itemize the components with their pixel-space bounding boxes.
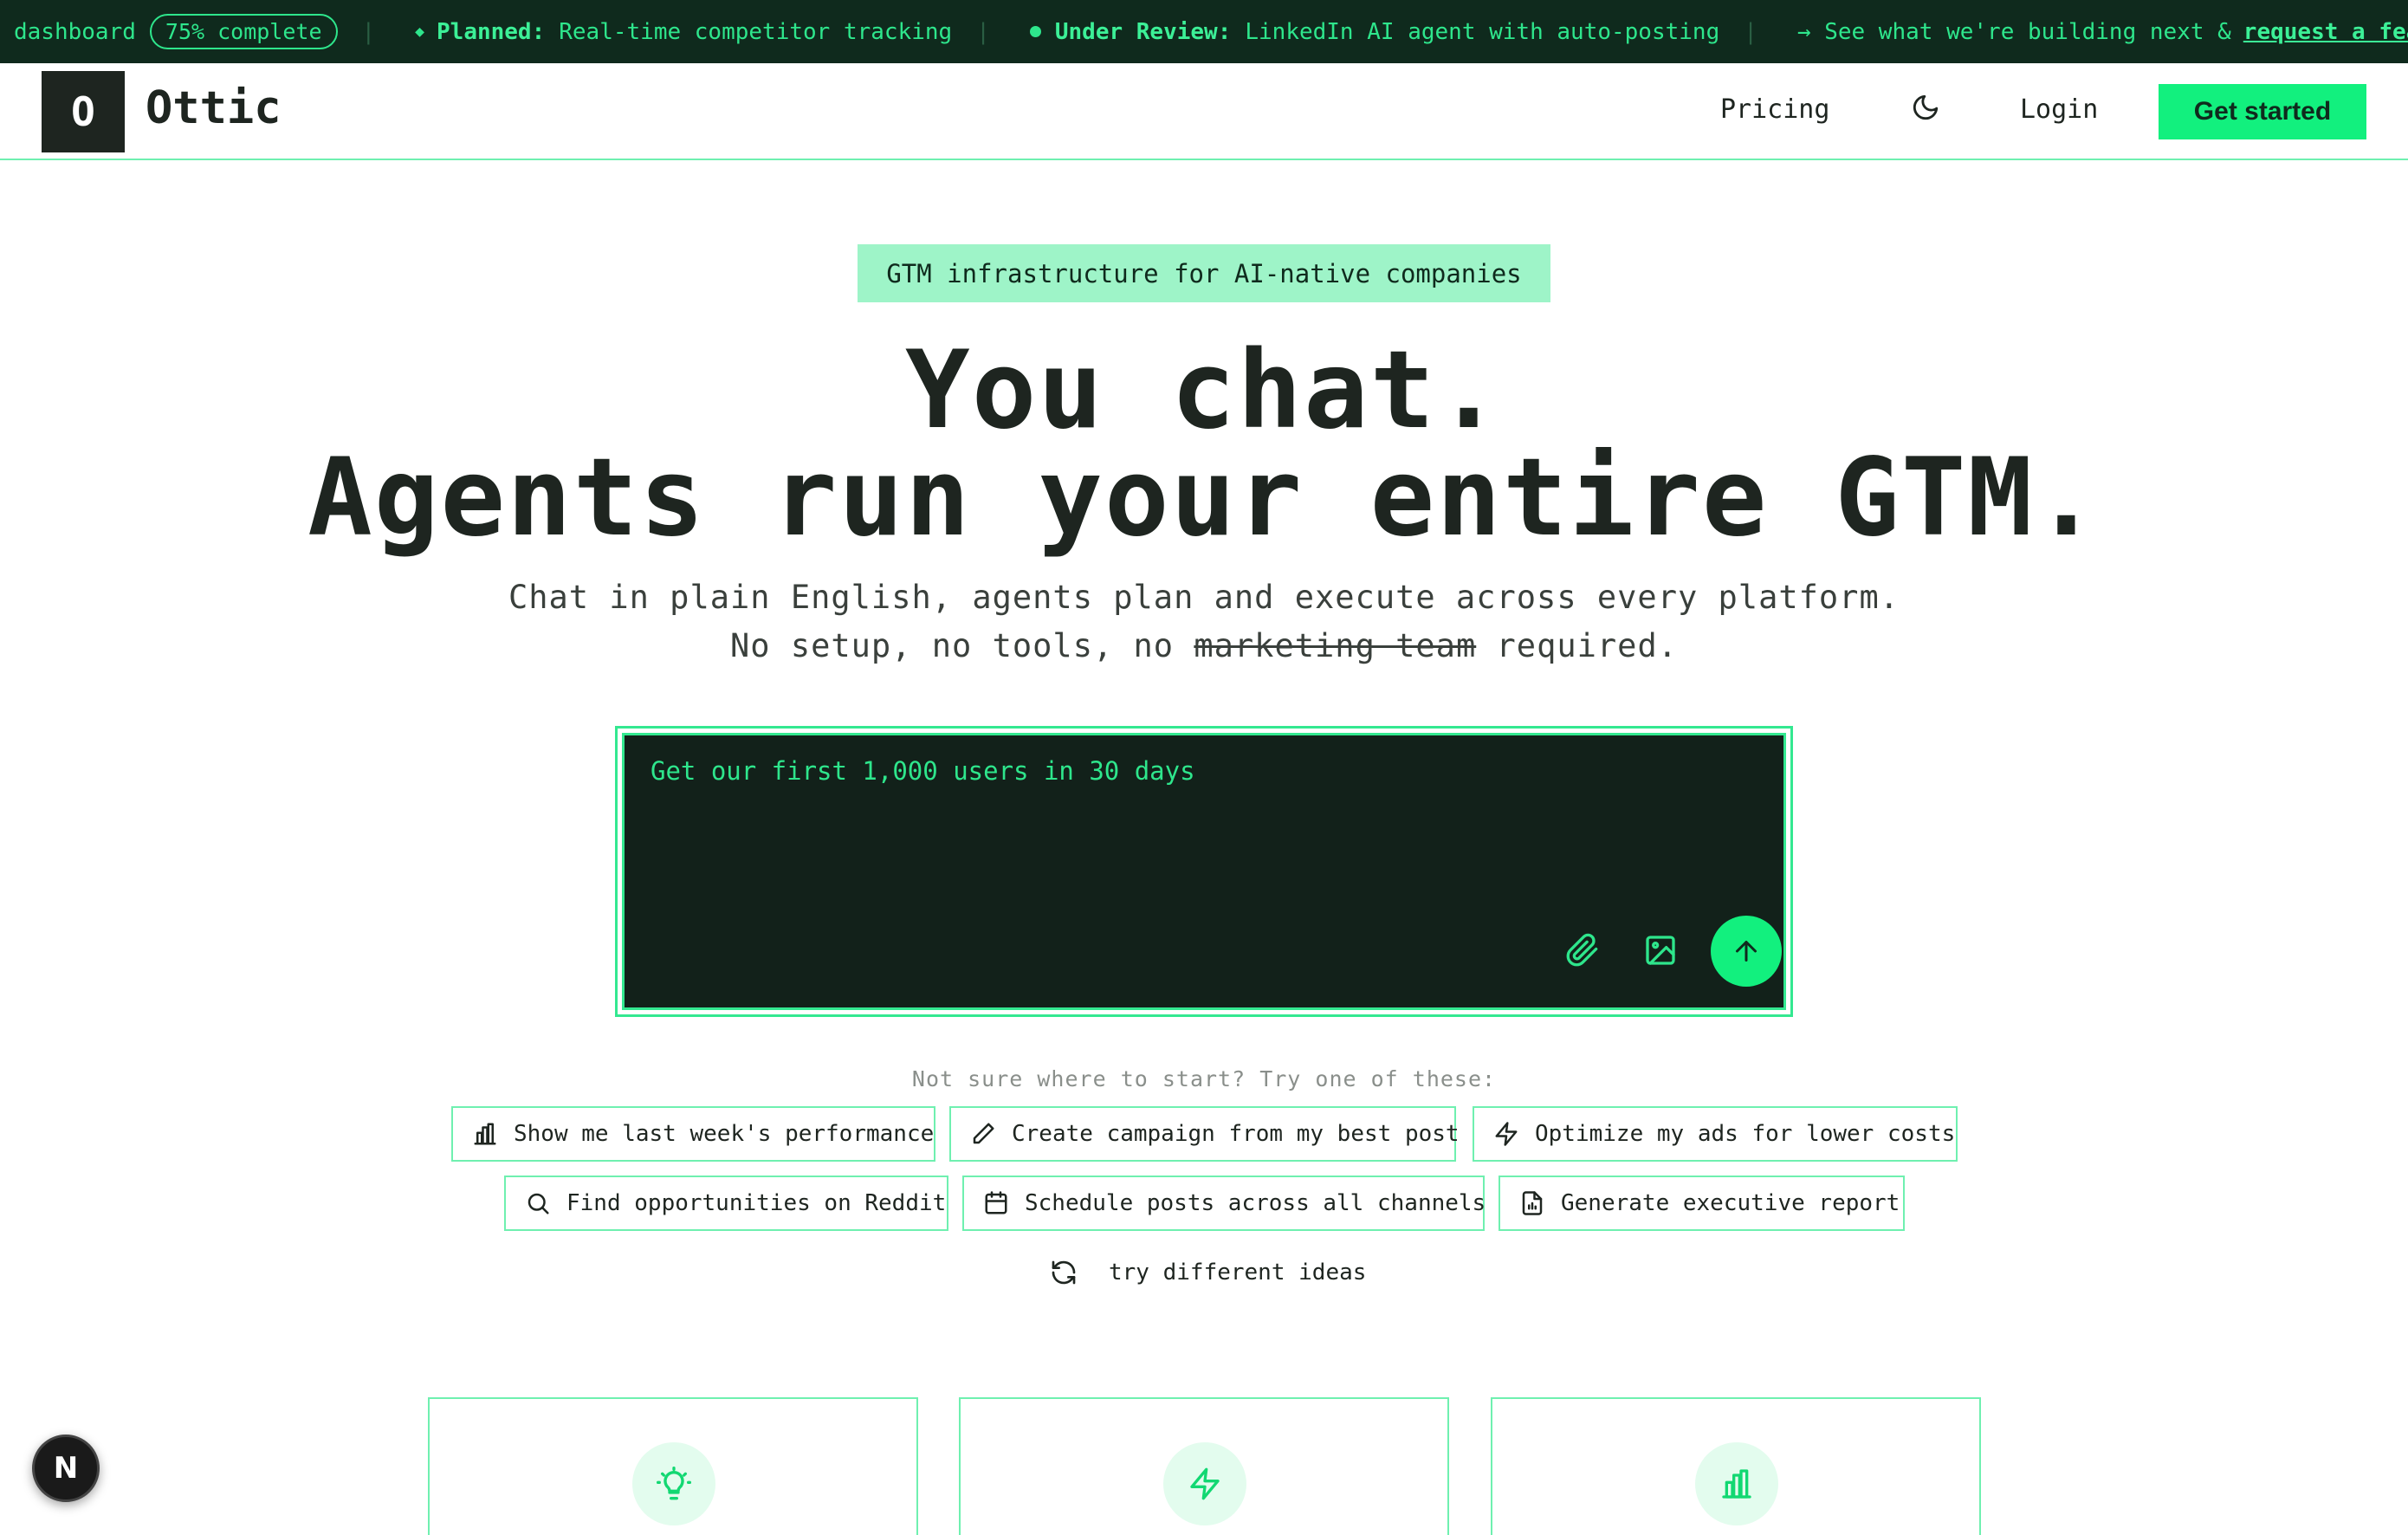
suggestion-chip[interactable]: Schedule posts across all channels [962,1176,1486,1231]
chat-box [615,726,1793,1017]
strikethrough-text: marketing team [1194,627,1477,664]
suggestion-chip[interactable]: Optimize my ads for lower costs [1473,1106,1958,1162]
suggestion-chip[interactable]: Generate executive report [1499,1176,1905,1231]
suggestions-hint: Not sure where to start? Try one of thes… [911,1066,1497,1091]
refresh-icon [1052,1260,1076,1285]
roadmap-text: → See what we're building next & [1796,18,2231,45]
chip-label: Schedule posts across all channels [1025,1190,1486,1216]
calendar-icon [985,1191,1007,1214]
paperclip-icon[interactable] [1565,933,1600,968]
bar-chart-icon [1722,1469,1751,1499]
planned-text: Real-time competitor tracking [559,18,953,45]
subtitle-text: required. [1496,627,1678,664]
chip-label: Create campaign from my best post [1012,1121,1460,1147]
card-icon-circle [632,1442,715,1525]
navbar: O Ottic Pricing Login Get started [0,63,2408,160]
planned-item: ◆ Planned: Real-time competitor tracking [415,19,952,45]
try-different-ideas-button[interactable]: try different ideas [1050,1259,1366,1286]
moon-icon[interactable] [1911,93,1940,122]
suggestion-chip[interactable]: Find opportunities on Reddit [504,1176,948,1231]
hero-title-line1: You chat. [905,328,1503,453]
chat-panel [622,733,1786,1010]
get-started-button[interactable]: Get started [2159,84,2366,139]
bar-chart-icon [474,1123,496,1145]
card-icon-circle [1163,1442,1246,1525]
planned-label: Planned: [437,18,546,45]
pencil-icon [973,1123,994,1144]
document-icon [1522,1191,1543,1215]
hero-subtitle-line1: Chat in plain English, agents plan and e… [508,579,1900,616]
separator: | [361,18,376,45]
review-item: Under Review: LinkedIn AI agent with aut… [1029,18,1720,45]
suggestion-chip[interactable]: Show me last week's performance [451,1106,935,1162]
separator: | [1744,18,1757,45]
subtitle-text: No setup, no tools, no [730,627,1175,664]
arrow-up-icon [1736,941,1757,962]
chip-label: Generate executive report [1561,1190,1900,1216]
review-label: Under Review: [1054,18,1232,45]
hero-subtitle-line2: No setup, no tools, no marketing team re… [0,627,2408,664]
hero-badge: GTM infrastructure for AI-native compani… [858,244,1550,302]
lightbulb-icon [657,1467,691,1500]
request-feature-link[interactable]: request a feature [2243,19,2408,45]
nav-login-link[interactable]: Login [2020,94,2098,125]
card-icon-circle [1695,1442,1778,1525]
chip-label: Find opportunities on Reddit [566,1190,947,1216]
bolt-icon [1190,1467,1220,1500]
refresh-label: try different ideas [1109,1260,1367,1286]
image-icon[interactable] [1643,933,1678,968]
feature-card [1491,1397,1981,1535]
chip-label: Show me last week's performance [514,1121,935,1147]
chip-label: Optimize my ads for lower costs [1535,1121,1956,1147]
send-button[interactable] [1711,916,1782,987]
suggestion-chip[interactable]: Create campaign from my best post [949,1106,1460,1162]
search-icon [528,1193,549,1214]
announcement-bar: dashboard 75% complete | ◆ Planned: Real… [0,0,2408,63]
diamond-icon: ◆ [415,23,425,41]
dashboard-link[interactable]: dashboard [14,19,136,45]
logo-mark[interactable]: O [42,71,125,152]
roadmap-item: → See what we're building next & request… [1797,19,2408,45]
devtools-letter: N [53,1451,79,1486]
progress-badge: 75% complete [149,14,338,49]
review-text: LinkedIn AI agent with auto-posting [1245,18,1720,45]
nav-pricing-link[interactable]: Pricing [1720,94,1829,125]
separator: | [976,18,990,45]
dot-icon [1029,26,1041,37]
chat-input[interactable] [651,756,1690,786]
hero-title-line2: Agents run your entire GTM. [307,436,2101,560]
bolt-icon [1495,1122,1518,1146]
feature-card [959,1397,1449,1535]
brand-name[interactable]: Ottic [146,82,282,134]
feature-card [428,1397,918,1535]
devtools-button[interactable]: N [32,1435,100,1502]
